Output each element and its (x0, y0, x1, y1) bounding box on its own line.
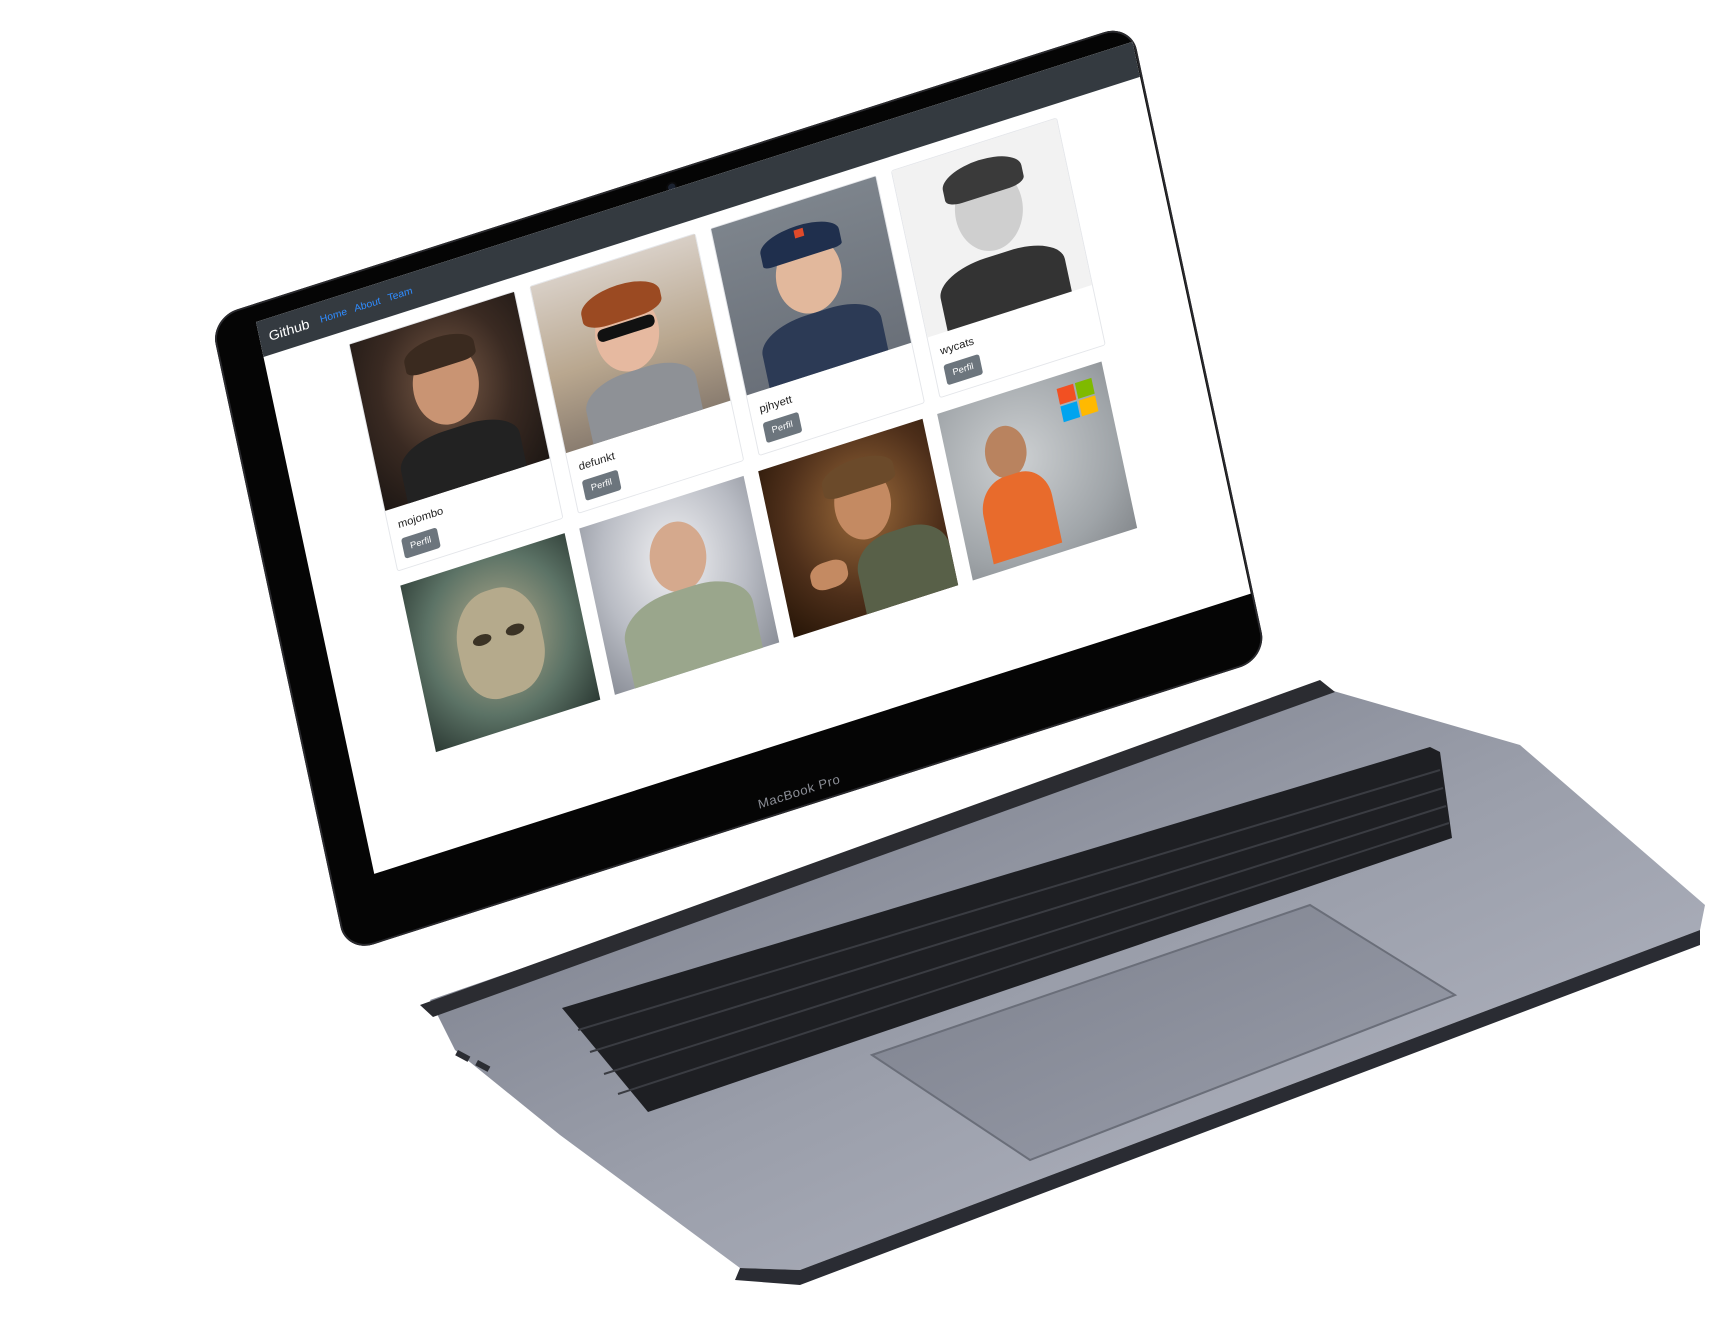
windows-logo-icon (1056, 377, 1099, 423)
profile-button[interactable]: Perfil (400, 527, 441, 559)
user-card: defunkt Perfil (529, 232, 745, 514)
user-card (400, 533, 601, 753)
profile-button[interactable]: Perfil (762, 411, 803, 444)
user-card: pjhyett Perfil (710, 175, 926, 457)
nav-link-team[interactable]: Team (387, 285, 414, 303)
profile-button[interactable]: Perfil (943, 353, 984, 386)
nav-link-home[interactable]: Home (319, 306, 348, 325)
avatar (758, 418, 959, 638)
avatar (579, 475, 780, 695)
profile-button[interactable]: Perfil (581, 469, 622, 502)
user-card: wycats Perfil (890, 117, 1106, 399)
avatar (400, 533, 601, 753)
avatar (937, 361, 1138, 581)
nav-link-about[interactable]: About (353, 296, 382, 315)
user-card (579, 475, 780, 695)
user-card: mojombo Perfil (348, 290, 564, 572)
user-card (937, 361, 1138, 581)
navbar-brand[interactable]: Github (267, 316, 311, 344)
user-card (758, 418, 959, 638)
